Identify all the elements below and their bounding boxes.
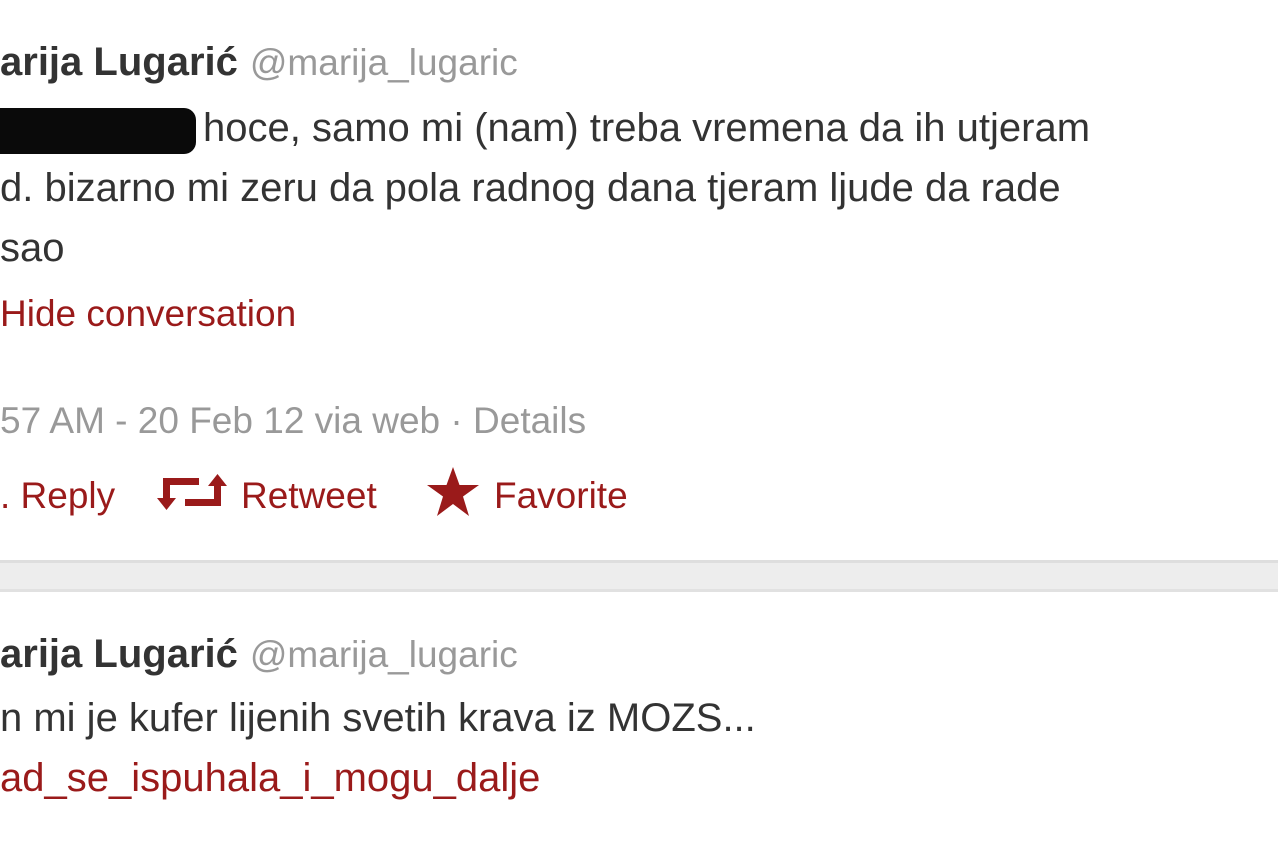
hide-conversation-link[interactable]: Hide conversation bbox=[0, 293, 296, 335]
author-username[interactable]: @marija_lugaric bbox=[250, 42, 518, 83]
retweet-button[interactable]: Retweet bbox=[157, 470, 377, 522]
favorite-label: Favorite bbox=[494, 475, 628, 516]
tweet-text-line-3: sao bbox=[0, 226, 65, 270]
tweet-1: arija Lugarić @marija_lugaric hoce, samo … bbox=[0, 0, 1278, 560]
hashtag-link[interactable]: ad_se_ispuhala_i_mogu_dalje bbox=[0, 756, 540, 801]
tweet-separator bbox=[0, 560, 1278, 592]
author-username[interactable]: @marija_lugaric bbox=[250, 634, 518, 675]
reply-button[interactable]: . Reply bbox=[0, 470, 115, 522]
author-fullname[interactable]: arija Lugarić bbox=[0, 632, 238, 676]
retweet-label: Retweet bbox=[241, 475, 377, 516]
redacted-block bbox=[0, 108, 196, 154]
author-fullname[interactable]: arija Lugarić bbox=[0, 40, 238, 84]
reply-label: . Reply bbox=[0, 475, 116, 516]
tweet-header: arija Lugarić @marija_lugaric bbox=[0, 40, 518, 85]
tweet-text-line-1: hoce, samo mi (nam) treba vremena da ih … bbox=[203, 106, 1091, 150]
favorite-button[interactable]: Favorite bbox=[426, 466, 628, 522]
tweet-text-line-2: d. bizarno mi zeru da pola radnog dana t… bbox=[0, 166, 1061, 210]
tweet-text-line-1: n mi je kufer lijenih svetih krava iz MO… bbox=[0, 696, 756, 740]
tweet-timestamp-meta[interactable]: 57 AM - 20 Feb 12 via web · Details bbox=[0, 400, 586, 442]
tweet-header: arija Lugarić @marija_lugaric bbox=[0, 632, 518, 677]
retweet-icon bbox=[157, 470, 227, 523]
star-icon bbox=[426, 466, 480, 527]
